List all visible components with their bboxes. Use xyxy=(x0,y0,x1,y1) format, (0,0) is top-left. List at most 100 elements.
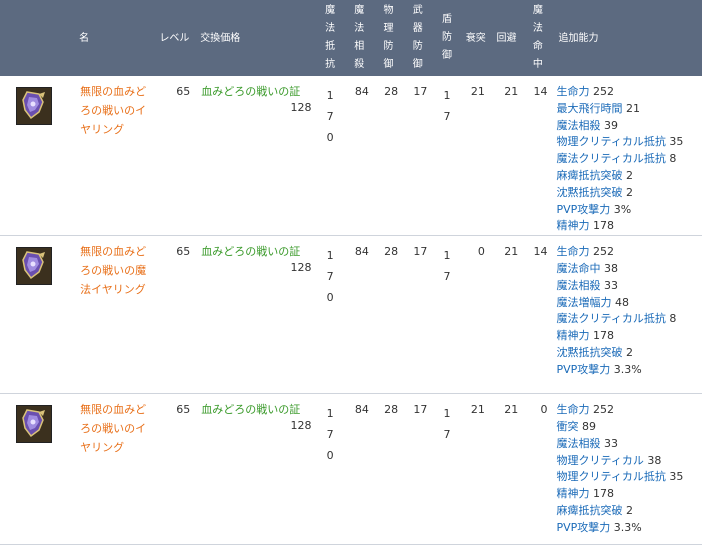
price-item-name[interactable]: 血みどろの戦いの証 xyxy=(201,84,313,100)
bonus-effect: 精神力 178 xyxy=(556,486,702,503)
weapon-def-cell: 17 xyxy=(403,393,433,546)
bonus-effect-value: 3.3% xyxy=(610,520,642,534)
bonus-effect: 沈黙抵抗突破 2 xyxy=(556,345,702,362)
bonus-effect: 魔法命中 38 xyxy=(556,261,702,278)
bonus-effect: 魔法クリティカル抵抗 8 xyxy=(556,151,702,168)
header-magic-acc: 魔法命中 xyxy=(532,5,543,70)
bonus-effect-name: 魔法相殺 xyxy=(556,118,601,132)
bonus-effect-name: 魔法相殺 xyxy=(556,436,601,450)
bonus-effect: PVP攻撃力 3.3% xyxy=(556,362,702,379)
shield-def-cell: 17 xyxy=(432,393,462,546)
magic-acc-cell: 0 xyxy=(523,393,553,546)
header-price: 交換価格 xyxy=(200,32,241,44)
bonus-effect-name: 物理クリティカル抵抗 xyxy=(556,470,666,484)
bonus-effect: 麻痺抵抗突破 2 xyxy=(556,503,702,520)
bonus-effect-name: 物理クリティカル抵抗 xyxy=(556,135,666,149)
item-name[interactable]: 無限の血みどろの戦いのイヤリング xyxy=(73,76,155,237)
bonus-effect-name: 魔法相殺 xyxy=(556,278,601,292)
bonus-effect-name: 生命力 xyxy=(556,403,590,417)
magic-offset-cell: 84 xyxy=(344,393,374,546)
header-weapon-def: 武器防御 xyxy=(412,5,423,70)
purple-earring-icon[interactable] xyxy=(16,247,52,286)
price-item-name[interactable]: 血みどろの戦いの証 xyxy=(201,244,313,260)
header-shield-def: 盾防御 xyxy=(442,14,452,61)
bonus-effect-name: 精神力 xyxy=(556,487,590,501)
table-row: 無限の血みどろの戦いのイヤリング 65 血みどろの戦いの証 128 170 84… xyxy=(0,76,702,237)
bonus-effect-name: 麻痺抵抗突破 xyxy=(556,168,623,182)
bonus-effect-value: 3% xyxy=(610,202,632,216)
bonus-effect-name: 生命力 xyxy=(556,85,590,98)
table-row: 無限の血みどろの戦いのイヤリング 65 血みどろの戦いの証 128 170 84… xyxy=(0,393,702,546)
magic-acc-cell: 14 xyxy=(523,235,553,395)
evasion-cell: 21 xyxy=(489,76,524,237)
phys-def-cell: 28 xyxy=(373,393,404,546)
bonus-effect-name: 精神力 xyxy=(556,329,590,343)
magic-resist-cell: 170 xyxy=(315,393,345,546)
price-count: 128 xyxy=(290,261,312,275)
header-parry: 衰突 xyxy=(465,32,486,44)
bonus-effect-name: 生命力 xyxy=(556,245,590,259)
bonus-effect-name: 魔法クリティカル抵抗 xyxy=(556,312,666,326)
bonus-effect-value: 3.3% xyxy=(610,362,642,376)
header-magic-offset: 魔法相殺 xyxy=(354,5,365,70)
bonus-effect-value: 39 xyxy=(600,118,618,132)
bonus-effect: 生命力 252 xyxy=(556,402,702,419)
table-header: 名 レベル 交換価格 魔法抵抗 魔法相殺 物理防御 武器防御 盾防御 衰突 回避… xyxy=(0,0,702,76)
item-price: 血みどろの戦いの証 128 xyxy=(194,76,316,237)
bonus-effect-value: 33 xyxy=(600,278,618,292)
bonus-effect-value: 35 xyxy=(665,135,684,149)
magic-acc-cell: 14 xyxy=(523,76,553,237)
bonus-effect-name: 沈黙抵抗突破 xyxy=(556,345,623,359)
bonus-effect-value: 38 xyxy=(643,453,662,467)
bonus-effect: 生命力 252 xyxy=(556,84,702,101)
bonus-effect-name: 衝突 xyxy=(556,419,579,433)
bonus-effect-value: 8 xyxy=(665,312,677,326)
bonus-effects: 生命力 252 衝突 89 魔法相殺 33 物理クリティカル 38 物理クリティカル抵抗… xyxy=(552,393,702,546)
bonus-effect: 精神力 178 xyxy=(556,328,702,345)
bonus-effects: 生命力 252 魔法命中 38 魔法相殺 33 魔法増幅力 48 魔法クリティカル抵抗 … xyxy=(552,235,702,395)
header-phys-def: 物理防御 xyxy=(383,5,394,70)
bonus-effect-name: 沈黙抵抗突破 xyxy=(556,185,623,199)
bonus-effect-value: 21 xyxy=(622,101,640,115)
purple-earring-icon[interactable] xyxy=(16,87,52,125)
bonus-effect-name: PVP攻撃力 xyxy=(556,202,611,216)
magic-resist-value: 170 xyxy=(326,249,334,305)
bonus-effect-value: 33 xyxy=(600,436,618,450)
header-evasion: 回避 xyxy=(496,32,517,44)
bonus-effect-name: 麻痺抵抗突破 xyxy=(556,503,623,517)
phys-def-cell: 28 xyxy=(373,76,404,237)
bonus-effect: 最大飛行時間 21 xyxy=(556,101,702,118)
bonus-effect-value: 2 xyxy=(622,168,633,182)
shield-def-cell: 17 xyxy=(432,76,462,237)
header-magic-resist: 魔法抵抗 xyxy=(325,5,336,70)
bonus-effect-value: 8 xyxy=(665,152,677,166)
bonus-effect-value: 252 xyxy=(589,403,614,417)
item-name[interactable]: 無限の血みどろの戦いのイヤリング xyxy=(73,393,155,546)
price-count: 128 xyxy=(290,419,312,433)
shield-def-cell: 17 xyxy=(432,235,462,395)
item-table: 名 レベル 交換価格 魔法抵抗 魔法相殺 物理防御 武器防御 盾防御 衰突 回避… xyxy=(0,0,702,546)
bonus-effect: 物理クリティカル抵抗 35 xyxy=(556,469,702,486)
header-name: 名 xyxy=(79,32,90,44)
weapon-def-cell: 17 xyxy=(403,76,433,237)
bonus-effect-value: 38 xyxy=(600,261,618,275)
magic-offset-cell: 84 xyxy=(344,235,374,395)
bonus-effect-value: 178 xyxy=(589,487,614,501)
price-count: 128 xyxy=(290,101,312,114)
parry-cell: 21 xyxy=(461,393,490,546)
purple-earring-icon[interactable] xyxy=(16,405,52,444)
item-price: 血みどろの戦いの証 128 xyxy=(194,393,316,546)
price-item-name[interactable]: 血みどろの戦いの証 xyxy=(201,402,313,418)
header-bonus: 追加能力 xyxy=(558,32,599,44)
bonus-effect: 物理クリティカル 38 xyxy=(556,453,702,470)
bonus-effect-name: 魔法クリティカル抵抗 xyxy=(556,152,666,166)
item-name[interactable]: 無限の血みどろの戦いの魔法イヤリング xyxy=(73,235,155,395)
bonus-effect-value: 35 xyxy=(665,470,684,484)
bonus-effect: PVP攻撃力 3.3% xyxy=(556,520,702,537)
bonus-effects: 生命力 252 最大飛行時間 21 魔法相殺 39 物理クリティカル抵抗 35 魔法クリ… xyxy=(552,76,702,237)
bonus-effect: 麻痺抵抗突破 2 xyxy=(556,168,702,185)
bonus-effect-value: 178 xyxy=(589,329,614,343)
item-price: 血みどろの戦いの証 128 xyxy=(194,235,316,395)
magic-offset-cell: 84 xyxy=(344,76,374,237)
magic-resist-cell: 170 xyxy=(315,235,345,395)
